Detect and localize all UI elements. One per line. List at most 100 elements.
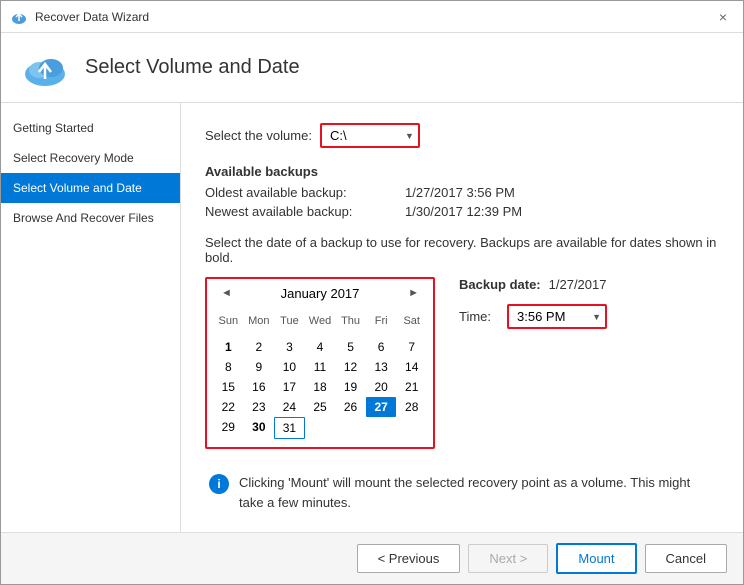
calendar-row-3: 15 16 17 18 19 20 21 [213, 377, 427, 397]
cal-cell-22[interactable]: 22 [213, 397, 244, 417]
day-header-mon: Mon [244, 313, 275, 329]
next-button[interactable]: Next > [468, 544, 548, 573]
cal-cell-empty [335, 417, 366, 439]
sidebar-item-getting-started[interactable]: Getting Started [1, 113, 180, 143]
sidebar: Getting Started Select Recovery Mode Sel… [1, 103, 181, 532]
time-select-wrapper: 3:56 PM 12:39 PM [507, 304, 607, 329]
cal-cell-20[interactable]: 20 [366, 377, 397, 397]
calendar-row-1: 1 2 3 4 5 6 7 [213, 337, 427, 357]
select-date-text: Select the date of a backup to use for r… [205, 235, 719, 265]
calendar-days-header: Sun Mon Tue Wed Thu Fri Sat [213, 311, 427, 331]
calendar-row-2: 8 9 10 11 12 13 14 [213, 357, 427, 377]
cal-cell-15[interactable]: 15 [213, 377, 244, 397]
cal-cell-13[interactable]: 13 [366, 357, 397, 377]
cal-cell-27[interactable]: 27 [366, 397, 397, 417]
cal-cell-18[interactable]: 18 [305, 377, 336, 397]
cal-cell-5[interactable]: 5 [335, 337, 366, 357]
day-header-sun: Sun [213, 313, 244, 329]
volume-select-wrapper: C:\ D:\ E:\ [320, 123, 420, 148]
cal-cell-19[interactable]: 19 [335, 377, 366, 397]
cal-cell-8[interactable]: 8 [213, 357, 244, 377]
cancel-button[interactable]: Cancel [645, 544, 727, 573]
calendar: ◄ January 2017 ► Sun Mon Tue Wed Thu Fri… [205, 277, 435, 449]
title-bar: Recover Data Wizard × [1, 1, 743, 33]
cal-cell-empty [396, 417, 427, 439]
previous-button[interactable]: < Previous [357, 544, 461, 573]
info-box: i Clicking 'Mount' will mount the select… [205, 473, 719, 512]
cal-cell-28[interactable]: 28 [396, 397, 427, 417]
page-title: Select Volume and Date [85, 56, 300, 79]
info-text: Clicking 'Mount' will mount the selected… [239, 473, 715, 512]
cal-cell-4[interactable]: 4 [305, 337, 336, 357]
calendar-prev-nav[interactable]: ◄ [217, 285, 236, 301]
time-select[interactable]: 3:56 PM 12:39 PM [507, 304, 607, 329]
time-row: Time: 3:56 PM 12:39 PM [459, 304, 607, 329]
volume-label: Select the volume: [205, 128, 312, 143]
cal-cell-11[interactable]: 11 [305, 357, 336, 377]
header-icon [21, 44, 69, 92]
calendar-and-options: ◄ January 2017 ► Sun Mon Tue Wed Thu Fri… [205, 277, 719, 449]
header-area: Select Volume and Date [1, 33, 743, 103]
backup-date-row: Backup date: 1/27/2017 [459, 277, 607, 292]
available-backups-title: Available backups [205, 164, 719, 179]
sidebar-item-browse-and-recover-files[interactable]: Browse And Recover Files [1, 203, 180, 233]
newest-backup-row: Newest available backup: 1/30/2017 12:39… [205, 204, 719, 219]
cal-cell-24[interactable]: 24 [274, 397, 305, 417]
cal-cell-31[interactable]: 31 [274, 417, 305, 439]
day-header-fri: Fri [366, 313, 397, 329]
newest-value: 1/30/2017 12:39 PM [405, 204, 522, 219]
cal-cell-26[interactable]: 26 [335, 397, 366, 417]
cal-cell-9[interactable]: 9 [244, 357, 275, 377]
main-window: Recover Data Wizard × Select Volume and … [0, 0, 744, 585]
cal-cell-empty [366, 417, 397, 439]
backup-date-label: Backup date: [459, 277, 541, 292]
cal-cell-25[interactable]: 25 [305, 397, 336, 417]
cal-cell-2[interactable]: 2 [244, 337, 275, 357]
cal-cell-12[interactable]: 12 [335, 357, 366, 377]
cal-cell-21[interactable]: 21 [396, 377, 427, 397]
sidebar-item-select-volume-and-date[interactable]: Select Volume and Date [1, 173, 180, 203]
info-icon: i [209, 474, 229, 494]
cal-cell-29[interactable]: 29 [213, 417, 244, 439]
app-icon [11, 9, 27, 25]
cal-cell-17[interactable]: 17 [274, 377, 305, 397]
calendar-row-5: 29 30 31 [213, 417, 427, 439]
cal-cell-23[interactable]: 23 [244, 397, 275, 417]
footer: < Previous Next > Mount Cancel [1, 532, 743, 584]
calendar-next-nav[interactable]: ► [404, 285, 423, 301]
backup-info: Available backups Oldest available backu… [205, 164, 719, 219]
cal-cell-1[interactable]: 1 [213, 337, 244, 357]
day-header-thu: Thu [335, 313, 366, 329]
cal-cell-empty [305, 417, 336, 439]
close-button[interactable]: × [713, 7, 733, 27]
title-bar-left: Recover Data Wizard [11, 9, 149, 25]
sidebar-item-select-recovery-mode[interactable]: Select Recovery Mode [1, 143, 180, 173]
calendar-header: ◄ January 2017 ► [207, 279, 433, 307]
cal-cell-30[interactable]: 30 [244, 417, 275, 439]
backup-date-value: 1/27/2017 [549, 277, 607, 292]
calendar-month-year: January 2017 [281, 286, 360, 301]
cal-cell-6[interactable]: 6 [366, 337, 397, 357]
oldest-backup-row: Oldest available backup: 1/27/2017 3:56 … [205, 185, 719, 200]
time-label: Time: [459, 309, 499, 324]
cal-cell-7[interactable]: 7 [396, 337, 427, 357]
backup-options: Backup date: 1/27/2017 Time: 3:56 PM 12:… [459, 277, 607, 329]
day-header-tue: Tue [274, 313, 305, 329]
cal-cell-14[interactable]: 14 [396, 357, 427, 377]
day-header-wed: Wed [305, 313, 336, 329]
cal-cell-16[interactable]: 16 [244, 377, 275, 397]
newest-label: Newest available backup: [205, 204, 405, 219]
calendar-grid: Sun Mon Tue Wed Thu Fri Sat [207, 307, 433, 447]
content-area: Select the volume: C:\ D:\ E:\ Available… [181, 103, 743, 532]
day-header-sat: Sat [396, 313, 427, 329]
oldest-value: 1/27/2017 3:56 PM [405, 185, 515, 200]
cal-cell-10[interactable]: 10 [274, 357, 305, 377]
calendar-row-4: 22 23 24 25 26 27 28 [213, 397, 427, 417]
mount-button[interactable]: Mount [556, 543, 636, 574]
title-text: Recover Data Wizard [35, 10, 149, 24]
oldest-label: Oldest available backup: [205, 185, 405, 200]
cal-cell-3[interactable]: 3 [274, 337, 305, 357]
volume-select[interactable]: C:\ D:\ E:\ [320, 123, 420, 148]
main-content: Getting Started Select Recovery Mode Sel… [1, 103, 743, 532]
volume-row: Select the volume: C:\ D:\ E:\ [205, 123, 719, 148]
